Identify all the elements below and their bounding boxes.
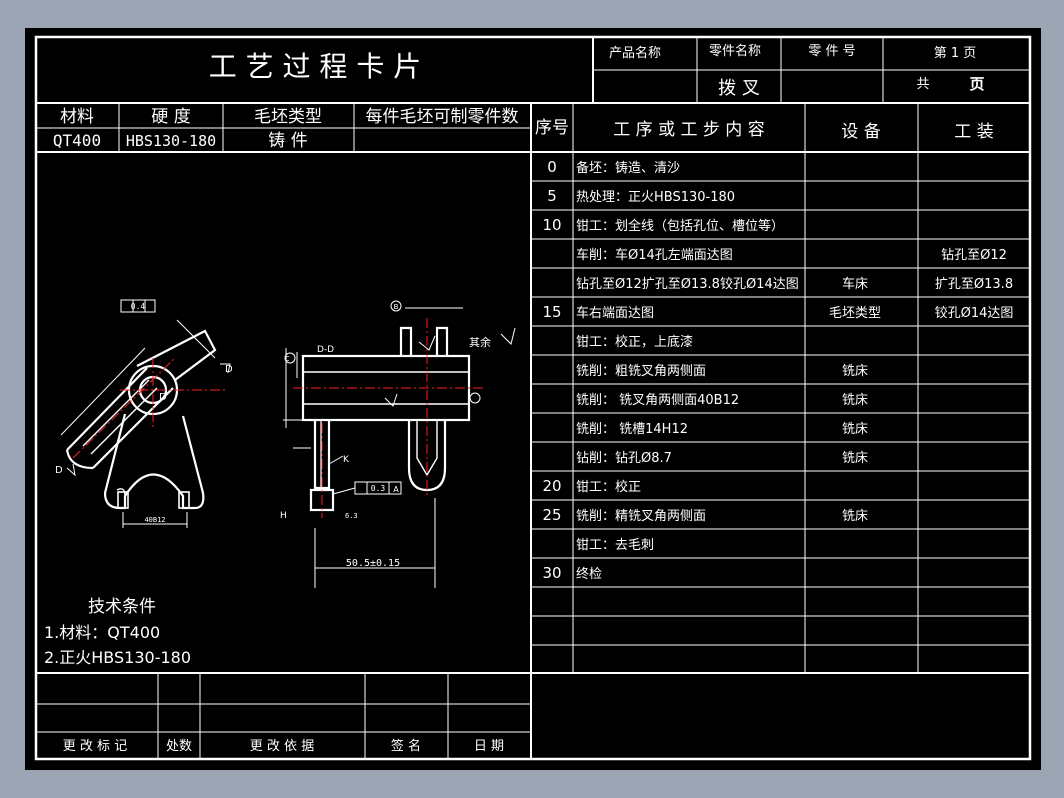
process-row-seq: 30	[542, 564, 561, 582]
process-row-content: 钳工：去毛刺	[576, 538, 654, 553]
fork-centerlines	[72, 357, 225, 459]
process-row-content: 铣削：粗铣叉角两侧面	[576, 364, 706, 379]
blank-type-value: 铸 件	[268, 131, 307, 151]
material-header: 材料	[60, 107, 94, 127]
section-label: D-D	[317, 345, 334, 355]
datum-a-label: A	[393, 485, 399, 494]
process-row-content: 钳工：划全线（包括孔位、槽位等）	[576, 218, 784, 234]
process-row-equipment: 铣床	[842, 509, 868, 524]
section-mark-d-right: D	[225, 364, 233, 375]
roughness-6-3: 6.3	[345, 512, 358, 520]
process-row-content: 车右端面达图	[576, 305, 654, 321]
process-row-seq: 10	[542, 216, 561, 234]
tooling-header: 工 装	[954, 122, 993, 142]
process-row-equipment: 铣床	[842, 451, 868, 466]
hardness-value: HBS130-180	[126, 132, 216, 150]
total-pages-prefix: 共	[916, 77, 929, 92]
length-dimension: 50.5±0.15	[346, 558, 400, 569]
card-title: 工 艺 过 程 卡 片	[209, 50, 422, 83]
process-row-content: 终检	[576, 566, 602, 582]
process-row-equipment: 车床	[842, 276, 868, 292]
process-row-equipment: 铣床	[842, 364, 868, 379]
process-row-equipment: 铣床	[842, 393, 868, 408]
process-row-seq: 5	[547, 187, 557, 205]
tech-conditions-title: 技术条件	[88, 597, 156, 617]
process-row-content: 铣削： 铣槽14H12	[576, 422, 688, 437]
part-no-label: 零 件 号	[808, 44, 855, 59]
process-row-content: 钳工：校正，上底漆	[576, 334, 693, 350]
part-name-value: 拨 叉	[718, 78, 760, 99]
tech-condition-1: 1.材料：QT400	[44, 623, 160, 642]
process-row-content: 钳工：校正	[576, 479, 641, 495]
process-row-content: 铣削： 铣叉角两侧面40B12	[576, 393, 739, 408]
revision-count-label: 处数	[166, 739, 192, 754]
remaining-roughness-label: 其余	[469, 335, 491, 349]
datum-b-label: B	[394, 303, 399, 311]
revision-mark-label: 更 改 标 记	[63, 739, 127, 754]
process-row-tooling: 扩孔至Ø13.8	[935, 277, 1013, 292]
content-header: 工 序 或 工 步 内 容	[613, 120, 764, 140]
blank-type-header: 毛坯类型	[254, 107, 322, 127]
product-name-label: 产品名称	[609, 45, 661, 61]
material-value: QT400	[53, 131, 101, 150]
process-row-equipment: 毛坯类型	[829, 306, 881, 321]
fork-view	[65, 329, 217, 510]
datum-d-mark: D	[159, 392, 167, 403]
flatness-value: 0.4	[131, 302, 146, 311]
page-label: 第 1 页	[934, 46, 977, 61]
process-row-seq: 0	[547, 158, 557, 176]
section-mark-d-left: D	[55, 465, 63, 476]
process-row-tooling: 铰孔Ø14达图	[935, 306, 1014, 321]
revision-basis-label: 更 改 依 据	[250, 739, 314, 754]
section-view	[301, 326, 471, 512]
total-pages-suffix: 页	[969, 75, 984, 93]
datum-c-label: C	[285, 355, 290, 363]
date-label: 日 期	[474, 739, 504, 754]
process-row-seq: 25	[542, 506, 561, 524]
process-row-equipment: 铣床	[842, 422, 868, 437]
cad-drawing-canvas: 工 艺 过 程 卡 片 产品名称 零件名称 零 件 号 第 1 页 拨 叉 共 …	[34, 35, 1032, 761]
seq-header: 序号	[535, 118, 569, 138]
process-row-content: 热处理：正火HBS130-180	[576, 190, 735, 205]
process-rows: 0 备坯：铸造、清沙 5 热处理：正火HBS130-180 10 钳工：划全线（包括孔位、…	[542, 158, 1013, 582]
signature-label: 签 名	[391, 738, 421, 754]
process-row-content: 备坯：铸造、清沙	[576, 160, 680, 176]
datum-h-label: H	[280, 511, 287, 521]
process-card-sheet: 工 艺 过 程 卡 片 产品名称 零件名称 零 件 号 第 1 页 拨 叉 共 …	[25, 28, 1041, 770]
process-row-content: 钻削：钻孔Ø8.7	[576, 451, 672, 466]
tech-condition-2: 2.正火HBS130-180	[44, 648, 191, 667]
perpendicularity-value: 0.3	[371, 484, 386, 493]
process-row-content: 车削：车Ø14孔左端面达图	[576, 247, 733, 263]
equipment-header: 设 备	[841, 122, 880, 142]
process-row-content: 钻孔至Ø12扩孔至Ø13.8铰孔Ø14达图	[576, 277, 799, 292]
parts-per-blank-header: 每件毛坯可制零件数	[366, 107, 519, 127]
process-row-content: 铣削：精铣叉角两侧面	[576, 509, 706, 524]
fork-width-dimension: 40B12	[144, 516, 165, 524]
process-row-seq: 20	[542, 477, 561, 495]
hardness-header: 硬 度	[151, 107, 190, 127]
label-k: K	[343, 455, 350, 465]
part-name-label: 零件名称	[709, 43, 761, 59]
process-row-seq: 15	[542, 303, 561, 321]
process-row-tooling: 钻孔至Ø12	[941, 248, 1007, 263]
